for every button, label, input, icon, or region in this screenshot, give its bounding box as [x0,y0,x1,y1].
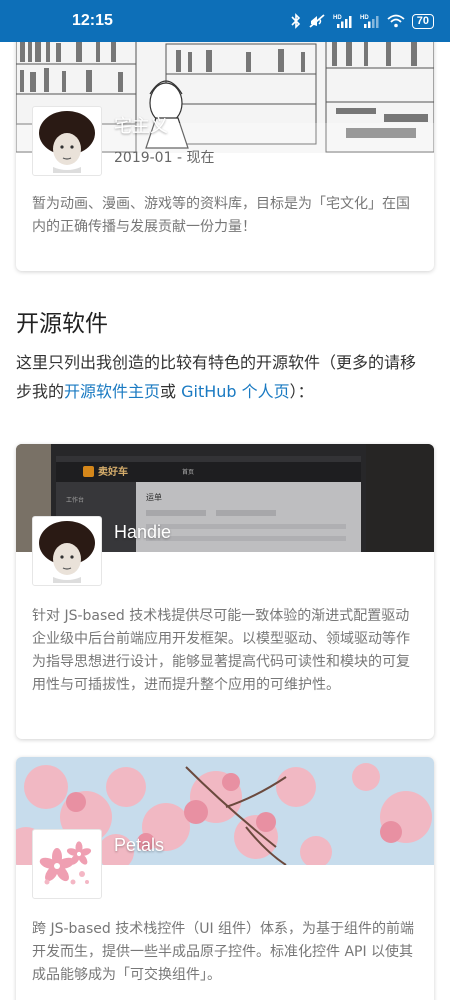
section-intro-or: 或 [160,382,182,401]
section-intro: 这里只列出我创造的比较有特色的开源软件（更多的请移步我的开源软件主页或 GitH… [16,348,426,406]
card-description: 针对 JS-based 技术栈提供尽可能一致体验的渐进式配置驱动企业级中后台前端… [32,608,410,693]
card-date: 2019-01 - 现在 [114,150,215,166]
battery-indicator: 70 [411,13,434,29]
project-card-handie[interactable]: 卖好车 首页 工作台 运单 Handie 针对 JS-based [16,444,434,739]
card-title: 宅主义 [114,116,168,136]
signal-hd-icon: HD [333,15,352,28]
project-card-petals[interactable]: Petals 跨 JS-based 技术栈控件（UI 组件）体系，为基于组件的前… [16,757,434,1000]
project-avatar [32,516,102,586]
project-card-zhai[interactable]: 宅主义 2019-01 - 现在 暂为动画、漫画、游戏等的资料库，目标是为「宅文… [16,42,434,271]
bluetooth-icon [291,13,300,29]
github-profile-link[interactable]: GitHub 个人页 [181,382,290,401]
section-intro-suffix: ）： [289,382,314,401]
signal-hd-icon: HD [360,15,379,28]
avatar-face-icon [39,521,95,583]
card-title: Handie [114,522,172,542]
svg-text:HD: HD [333,15,342,21]
svg-text:HD: HD [360,15,369,21]
page-content[interactable]: 宅主义 2019-01 - 现在 暂为动画、漫画、游戏等的资料库，目标是为「宅文… [0,42,450,1000]
card-title: Petals [114,835,165,855]
open-source-homepage-link[interactable]: 开源软件主页 [64,382,160,401]
card-description: 跨 JS-based 技术栈控件（UI 组件）体系，为基于组件的前端开发而生，提… [32,921,415,983]
sakura-logo-icon [39,841,92,885]
card-description: 暂为动画、漫画、游戏等的资料库，目标是为「宅文化」在国内的正确传播与发展贡献一份… [32,196,410,235]
mute-icon [309,14,325,28]
status-bar: 12:15 HD HD 70 [0,0,450,42]
project-avatar [32,829,102,899]
status-icons: HD HD 70 [291,13,434,29]
section-title: 开源软件 [16,311,108,337]
avatar-face-icon [39,111,95,173]
project-avatar [32,106,102,176]
wifi-icon [387,14,405,28]
status-time: 12:15 [72,12,113,29]
